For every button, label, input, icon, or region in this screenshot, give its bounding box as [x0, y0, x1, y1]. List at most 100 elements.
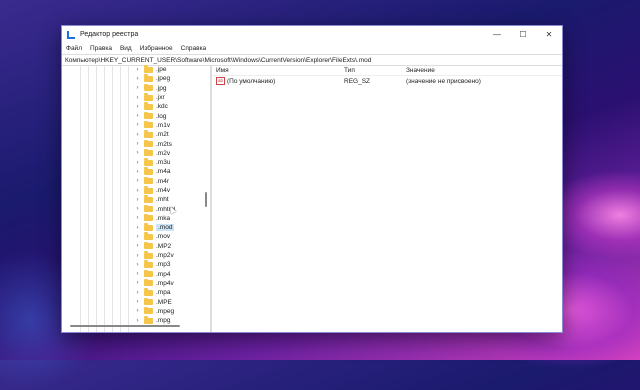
- chevron-right-icon[interactable]: ›: [134, 234, 141, 240]
- tree-item[interactable]: › .mov: [134, 232, 176, 241]
- tree-item-label: .m4a: [156, 168, 171, 176]
- chevron-right-icon[interactable]: ›: [134, 95, 141, 101]
- chevron-right-icon[interactable]: ›: [134, 113, 141, 119]
- chevron-right-icon[interactable]: ›: [134, 169, 141, 175]
- chevron-right-icon[interactable]: ›: [134, 290, 141, 296]
- chevron-right-icon[interactable]: ›: [134, 67, 141, 73]
- tree-item-label: .MPE: [156, 298, 172, 306]
- folder-icon: [144, 102, 153, 110]
- tree-item[interactable]: › .m2v: [134, 148, 176, 158]
- chevron-right-icon[interactable]: ›: [134, 150, 141, 156]
- menu-view[interactable]: Вид: [120, 45, 132, 52]
- close-button[interactable]: ✕: [536, 26, 562, 43]
- address-path[interactable]: Компьютер\HKEY_CURRENT_USER\Software\Mic…: [65, 57, 371, 64]
- chevron-right-icon[interactable]: ›: [134, 225, 141, 231]
- tree-item[interactable]: › .mp4v: [134, 278, 176, 288]
- chevron-right-icon[interactable]: ›: [134, 178, 141, 184]
- chevron-right-icon[interactable]: ›: [134, 104, 141, 110]
- tree-item[interactable]: › .m2ts: [134, 139, 176, 148]
- tree-item[interactable]: › .log: [134, 111, 176, 120]
- tree-item[interactable]: › .m2t: [134, 130, 176, 139]
- tree-vertical-scrollbar[interactable]: [205, 192, 207, 207]
- folder-icon: [144, 167, 153, 175]
- tree-item[interactable]: › .m4a: [134, 167, 176, 176]
- tree-item[interactable]: › .kdc: [134, 102, 176, 111]
- tree-item[interactable]: › .mka: [134, 213, 176, 223]
- tree-item-label: .mpa: [156, 289, 171, 297]
- chevron-right-icon[interactable]: ›: [134, 197, 141, 203]
- chevron-right-icon[interactable]: ›: [134, 188, 141, 194]
- value-row[interactable]: ab (По умолчанию) REG_SZ (значение не пр…: [212, 76, 562, 86]
- menu-help[interactable]: Справка: [181, 45, 207, 52]
- chevron-right-icon[interactable]: ›: [134, 243, 141, 249]
- tree-item-label: .m4v: [156, 187, 171, 194]
- chevron-right-icon[interactable]: ›: [134, 280, 141, 286]
- column-header-name[interactable]: Имя: [212, 67, 344, 74]
- chevron-right-icon[interactable]: ›: [134, 308, 141, 314]
- tree-item-label: .mp4: [156, 270, 171, 278]
- chevron-right-icon[interactable]: ›: [134, 85, 141, 91]
- chevron-right-icon[interactable]: ›: [134, 299, 141, 305]
- tree-item[interactable]: › .jpe: [134, 65, 176, 74]
- tree-item[interactable]: › .MPE: [134, 297, 176, 306]
- tree-item[interactable]: › .m4r: [134, 176, 176, 186]
- chevron-right-icon[interactable]: ›: [134, 122, 141, 128]
- folder-icon: [144, 213, 153, 222]
- tree-item-label: .m1v: [156, 121, 171, 129]
- folder-icon: [144, 288, 153, 296]
- value-name-cell: ab (По умолчанию): [212, 77, 344, 85]
- folder-icon: [144, 232, 153, 240]
- folder-icon: [144, 176, 153, 185]
- chevron-right-icon[interactable]: ›: [134, 132, 141, 138]
- column-header-type[interactable]: Тип: [344, 67, 406, 74]
- chevron-right-icon[interactable]: ›: [134, 76, 141, 82]
- tree-item[interactable]: › .mp3: [134, 260, 176, 269]
- tree-item[interactable]: › .mht: [134, 195, 176, 204]
- tree-item-label: .m2v: [156, 149, 171, 157]
- chevron-right-icon[interactable]: ›: [134, 206, 141, 212]
- tree-list: › .jpe › .jpeg › .jpg › .jxr › .kdc › .log › .m1v › .m2…: [134, 65, 176, 325]
- chevron-right-icon[interactable]: ›: [134, 271, 141, 277]
- tree-item-label: .m2t: [156, 131, 169, 139]
- tree-item[interactable]: › .m4v: [134, 186, 176, 195]
- menu-file[interactable]: Файл: [66, 45, 82, 52]
- title-bar[interactable]: Редактор реестра — ☐ ✕: [62, 26, 562, 43]
- tree-item-label: .jxr: [156, 94, 165, 102]
- tree-item[interactable]: › .m3u: [134, 158, 176, 167]
- tree-item[interactable]: › .m1v: [134, 120, 176, 130]
- menu-edit[interactable]: Правка: [90, 45, 112, 52]
- tree-item-label: .mka: [156, 214, 171, 222]
- tree-item[interactable]: › .MP2: [134, 241, 176, 251]
- tree-item[interactable]: › .mod: [134, 223, 176, 232]
- tree-item[interactable]: › .mpa: [134, 288, 176, 297]
- values-pane[interactable]: Имя Тип Значение ab (По умолчанию) REG_S…: [212, 65, 562, 332]
- minimize-button[interactable]: —: [484, 26, 510, 43]
- chevron-right-icon[interactable]: ›: [134, 318, 141, 324]
- folder-icon: [144, 120, 153, 129]
- value-name: (По умолчанию): [227, 77, 276, 85]
- tree-item-label: .m3u: [156, 159, 171, 167]
- key-tree-pane[interactable]: › .jpe › .jpeg › .jpg › .jxr › .kdc › .log › .m1v › .m2…: [62, 65, 212, 332]
- tree-item[interactable]: › .mp2v: [134, 251, 176, 260]
- tree-horizontal-scrollbar[interactable]: [70, 325, 180, 327]
- tree-item[interactable]: › .mpg: [134, 316, 176, 325]
- chevron-right-icon[interactable]: ›: [134, 253, 141, 259]
- tree-item[interactable]: › .mpeg: [134, 306, 176, 316]
- chevron-right-icon[interactable]: ›: [134, 215, 141, 221]
- tree-item-label: .jpe: [156, 66, 167, 74]
- folder-icon: [144, 269, 153, 278]
- tree-item[interactable]: › .jpg: [134, 83, 176, 93]
- tree-item[interactable]: › .jxr: [134, 93, 176, 102]
- menu-favorites[interactable]: Избранное: [140, 45, 173, 52]
- tree-item[interactable]: › .jpeg: [134, 74, 176, 83]
- folder-icon: [144, 278, 153, 287]
- chevron-right-icon[interactable]: ›: [134, 160, 141, 166]
- tree-item-label: .MP2: [156, 242, 172, 250]
- chevron-right-icon[interactable]: ›: [134, 262, 141, 268]
- folder-icon: [144, 111, 153, 120]
- chevron-right-icon[interactable]: ›: [134, 141, 141, 147]
- folder-icon: [144, 251, 153, 259]
- column-header-data[interactable]: Значение: [406, 67, 562, 74]
- tree-item[interactable]: › .mp4: [134, 269, 176, 279]
- maximize-button[interactable]: ☐: [510, 26, 536, 43]
